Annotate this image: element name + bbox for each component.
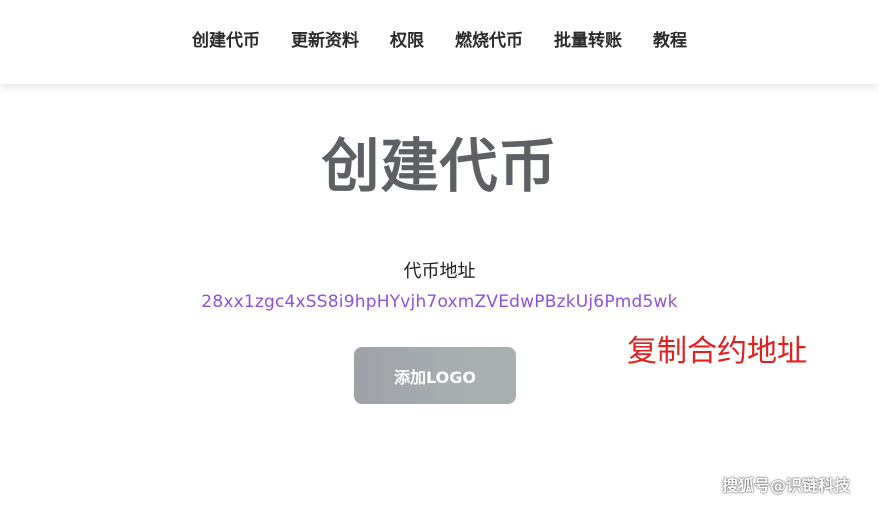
add-logo-button[interactable]: 添加LOGO — [354, 347, 516, 404]
nav-item-create-token[interactable]: 创建代币 — [192, 30, 260, 52]
nav-item-tutorial[interactable]: 教程 — [653, 30, 687, 52]
nav-item-batch-transfer[interactable]: 批量转账 — [554, 30, 622, 52]
top-navigation: 创建代币 更新资料 权限 燃烧代币 批量转账 教程 — [0, 0, 879, 84]
token-address-label: 代币地址 — [403, 261, 476, 282]
main-content: 创建代币 代币地址 28xx1zgc4xSS8i9hpHYvjh7oxmZVEd… — [0, 86, 879, 508]
nav-list: 创建代币 更新资料 权限 燃烧代币 批量转账 教程 — [0, 30, 879, 52]
nav-item-permissions[interactable]: 权限 — [390, 30, 424, 52]
copy-contract-address-annotation: 复制合约地址 — [627, 334, 807, 369]
page-title: 创建代币 — [321, 132, 558, 200]
nav-item-burn-token[interactable]: 燃烧代币 — [455, 30, 523, 52]
watermark: 搜狐号@识链科技 — [722, 476, 851, 495]
nav-item-update-info[interactable]: 更新资料 — [291, 30, 359, 52]
token-address-value[interactable]: 28xx1zgc4xSS8i9hpHYvjh7oxmZVEdwPBzkUj6Pm… — [0, 290, 879, 314]
